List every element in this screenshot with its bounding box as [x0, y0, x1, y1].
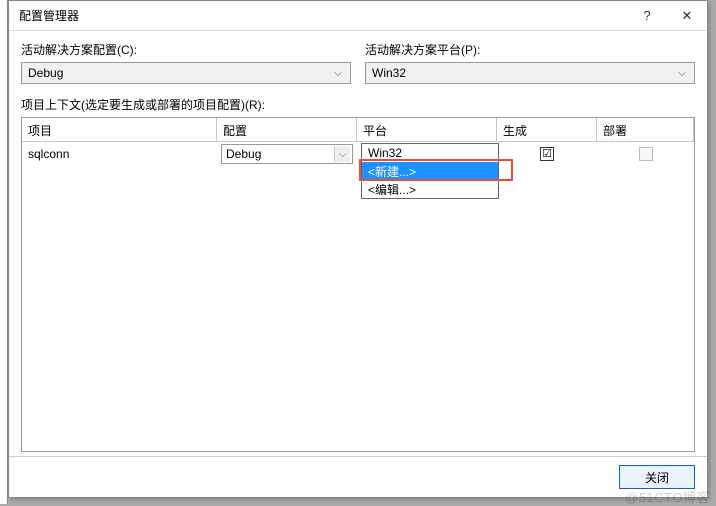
row-deploy-checkbox — [639, 147, 653, 161]
chevron-down-icon: ⌵ — [330, 68, 346, 79]
row-config-combo[interactable]: Debug ⌵ — [221, 144, 353, 164]
window-title: 配置管理器 — [19, 7, 627, 24]
configuration-manager-dialog: 配置管理器 ? ✕ 活动解决方案配置(C): Debug ⌵ 活动解决方案平台(… — [8, 0, 708, 498]
grid-header: 项目 配置 平台 生成 部署 — [22, 118, 694, 142]
close-button[interactable]: 关闭 — [619, 465, 695, 489]
project-grid: 项目 配置 平台 生成 部署 sqlconn Debug ⌵ Win32 — [21, 117, 695, 452]
chevron-down-icon: ⌵ — [674, 68, 690, 79]
checkmark-icon: ☑ — [542, 149, 552, 160]
help-icon: ? — [643, 8, 650, 23]
dropdown-option-new[interactable]: <新建...> — [362, 162, 498, 180]
dropdown-option-win32[interactable]: Win32 — [362, 144, 498, 162]
help-button[interactable]: ? — [627, 2, 667, 30]
dialog-footer: 关闭 — [9, 456, 707, 497]
active-config-value: Debug — [28, 66, 330, 80]
project-context-label: 项目上下文(选定要生成或部署的项目配置)(R): — [21, 96, 695, 113]
column-header-project[interactable]: 项目 — [22, 118, 217, 141]
cell-project-name: sqlconn — [22, 147, 217, 161]
active-platform-combo[interactable]: Win32 ⌵ — [365, 62, 695, 84]
table-row: sqlconn Debug ⌵ Win32 ⌵ ☑ — [22, 142, 694, 166]
active-platform-value: Win32 — [372, 66, 674, 80]
row-build-checkbox[interactable]: ☑ — [540, 147, 554, 161]
column-header-platform[interactable]: 平台 — [357, 118, 497, 141]
column-header-config[interactable]: 配置 — [217, 118, 357, 141]
chevron-down-icon: ⌵ — [334, 146, 350, 162]
row-config-value: Debug — [226, 147, 334, 161]
titlebar: 配置管理器 ? ✕ — [9, 1, 707, 31]
column-header-build[interactable]: 生成 — [497, 118, 597, 141]
dropdown-option-edit[interactable]: <编辑...> — [362, 180, 498, 198]
platform-dropdown-list: Win32 <新建...> <编辑...> — [361, 143, 499, 199]
active-config-combo[interactable]: Debug ⌵ — [21, 62, 351, 84]
close-icon: ✕ — [682, 8, 693, 24]
close-window-button[interactable]: ✕ — [667, 2, 707, 30]
active-platform-label: 活动解决方案平台(P): — [365, 41, 695, 58]
active-config-label: 活动解决方案配置(C): — [21, 41, 351, 58]
column-header-deploy[interactable]: 部署 — [597, 118, 694, 141]
watermark: @51CTO博客 — [625, 487, 710, 506]
